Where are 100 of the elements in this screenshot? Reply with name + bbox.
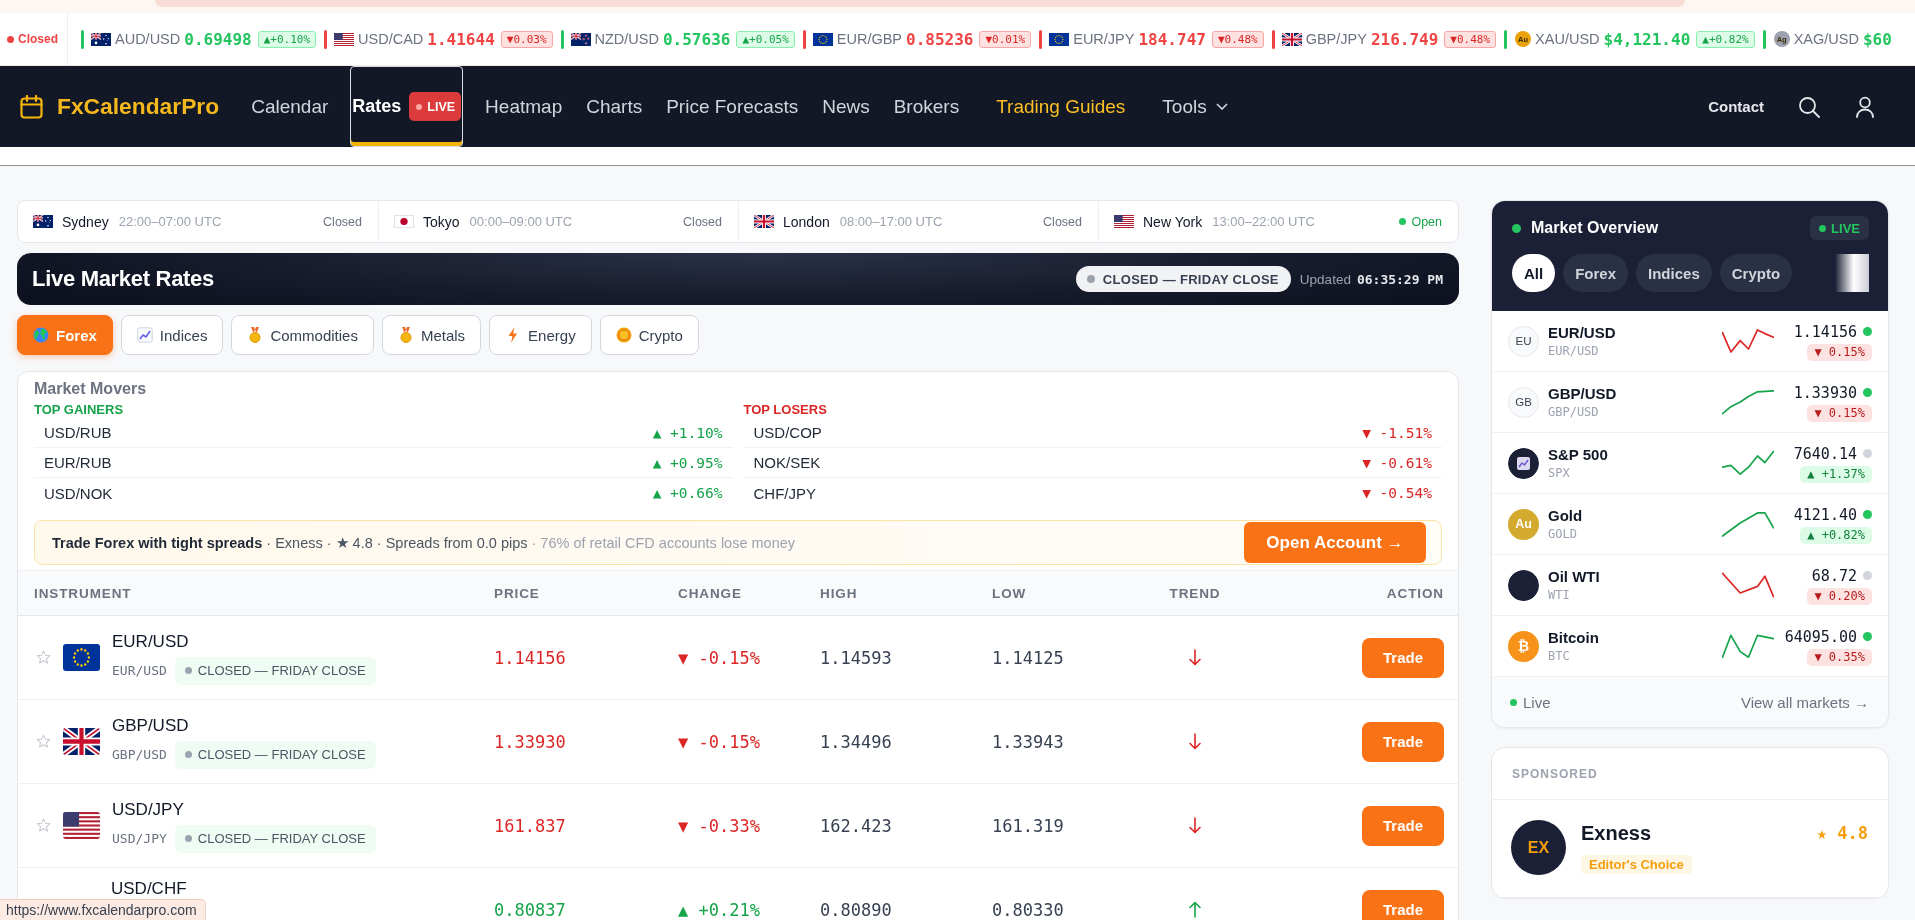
instrument-symbol: USD/JPY — [112, 831, 167, 846]
updated-time: 06:35:29 PM — [1356, 271, 1443, 287]
scroll-fade — [1835, 254, 1869, 292]
market-name: Bitcoin — [1548, 628, 1600, 647]
nav-link[interactable]: Trading Guides — [994, 66, 1128, 147]
market-symbol: EUR/USD — [1548, 343, 1600, 359]
nav-link[interactable]: Price Forecasts — [664, 66, 801, 147]
nav-link[interactable]: Heatmap — [483, 66, 565, 147]
search-icon[interactable] — [1798, 95, 1820, 118]
flag-icon — [1114, 215, 1134, 228]
market-symbol: WTI — [1548, 587, 1571, 603]
contact-link[interactable]: Contact — [1708, 98, 1764, 115]
change-pill: ▲ +0.82% — [1800, 526, 1872, 544]
change-value: ▲ +0.66% — [652, 485, 723, 501]
nav-link[interactable]: Brokers — [891, 66, 962, 147]
updated-label: Updated — [1299, 271, 1351, 287]
instrument-name: EUR/USD — [112, 630, 190, 653]
instrument-name: USD/CHF — [111, 880, 187, 898]
column-header: INSTRUMENT — [34, 585, 133, 601]
session-status: Open — [1411, 214, 1442, 229]
price-value: 1.41644 — [427, 29, 495, 49]
change-value: ▼ -0.15% — [678, 731, 761, 752]
nav-link[interactable]: Tools — [1160, 66, 1230, 147]
instrument-name: GBP/USD — [112, 714, 190, 737]
view-all-link[interactable]: View all markets → — [1740, 693, 1869, 711]
promo-details: · Exness · ★ 4.8 · Spreads from 0.0 pips — [266, 534, 528, 551]
live-label: LIVE — [1831, 220, 1860, 236]
price-value: 0.57636 — [662, 29, 731, 49]
pair-name: USD/CAD — [358, 31, 424, 47]
session-status: Closed — [683, 214, 722, 229]
nav-link[interactable]: Rates LIVE — [350, 66, 464, 147]
status-dot-icon — [184, 751, 192, 758]
filter-pill[interactable]: Crypto — [1719, 254, 1793, 292]
category-tab[interactable]: Energy — [489, 315, 592, 355]
logo-text[interactable]: FxCalendarPro — [57, 93, 220, 120]
pair-name: GBP/JPY — [1305, 31, 1367, 47]
pair-name: USD/RUB — [44, 424, 112, 441]
column-header: HIGH — [820, 585, 859, 601]
flag-icon — [1281, 32, 1302, 46]
risk-warning: · 76% of retail CFD accounts lose money — [531, 534, 796, 551]
change-badge: ▲+0.05% — [736, 30, 795, 48]
session-hours: 00:00–09:00 UTC — [469, 214, 573, 229]
nav-link[interactable]: News — [820, 66, 872, 147]
change-value: ▲ +0.21% — [678, 899, 761, 920]
low-value: 0.80330 — [992, 899, 1065, 920]
live-label: LIVE — [427, 99, 456, 114]
chevron-down-icon — [1215, 103, 1228, 110]
globe-icon — [33, 327, 49, 343]
price-value: 0.80837 — [494, 899, 567, 920]
symbol-badge: GB — [1508, 386, 1539, 418]
low-value: 1.14125 — [992, 647, 1065, 668]
nav-link[interactable]: Charts — [584, 66, 645, 147]
market-status-text: CLOSED — FRIDAY CLOSE — [197, 831, 366, 846]
status-dot-icon — [1399, 218, 1407, 225]
status-dot-icon — [184, 835, 192, 842]
market-symbol: BTC — [1548, 648, 1571, 664]
category-tab[interactable]: Commodities — [231, 315, 374, 355]
broker-name: Exness — [1581, 821, 1652, 846]
price-value: 184.747 — [1138, 29, 1206, 49]
price-value: 1.33930 — [494, 731, 567, 752]
symbol-badge: Au — [1508, 508, 1539, 540]
star-icon[interactable] — [36, 734, 51, 749]
star-icon[interactable] — [36, 650, 51, 665]
flag-icon — [394, 215, 414, 228]
market-status-text: CLOSED — FRIDAY CLOSE — [197, 747, 366, 762]
flag-icon — [570, 32, 591, 46]
flag-icon — [1049, 32, 1070, 46]
change-value: ▼ -0.54% — [1362, 485, 1432, 501]
session-hours: 08:00–17:00 UTC — [839, 214, 943, 229]
star-icon[interactable] — [36, 818, 51, 833]
nav-link[interactable]: Calendar — [249, 66, 331, 147]
category-tab[interactable]: Crypto — [599, 315, 699, 355]
panel-title: Market Overview — [1531, 219, 1659, 237]
price-value: 216.749 — [1370, 29, 1439, 49]
pair-name: AUD/USD — [115, 31, 181, 47]
change-badge: ▼0.48% — [1211, 30, 1264, 48]
column-header: CHANGE — [678, 585, 743, 601]
instrument-symbol: EUR/USD — [112, 663, 167, 678]
flag-icon — [334, 32, 355, 46]
user-icon[interactable] — [1854, 95, 1876, 118]
symbol-badge: ₿ — [1508, 630, 1539, 662]
high-value: 0.80890 — [820, 899, 893, 920]
change-pill: ▼ 0.15% — [1807, 343, 1872, 361]
change-badge: ▲+0.10% — [257, 30, 317, 48]
filter-pill[interactable]: Forex — [1563, 254, 1629, 292]
flag-icon — [91, 32, 111, 46]
category-tab[interactable]: Indices — [120, 315, 224, 355]
price-value: $4,121.40 — [1603, 29, 1691, 49]
filter-pill[interactable]: All — [1512, 254, 1556, 292]
status-dot-icon — [1086, 275, 1095, 283]
category-tab[interactable]: Metals — [381, 315, 482, 355]
filter-pill[interactable]: Indices — [1636, 254, 1712, 292]
broker-rating: ★ 4.8 — [1816, 823, 1868, 843]
price-value: 4121.40 — [1793, 505, 1857, 524]
city-name: New York — [1143, 213, 1203, 230]
market-status-text: Closed — [18, 32, 58, 46]
market-symbol: GOLD — [1548, 526, 1578, 542]
group-label: TOP LOSERS — [743, 402, 828, 418]
pair-name: EUR/GBP — [836, 31, 903, 47]
live-dot-icon — [1512, 223, 1521, 233]
